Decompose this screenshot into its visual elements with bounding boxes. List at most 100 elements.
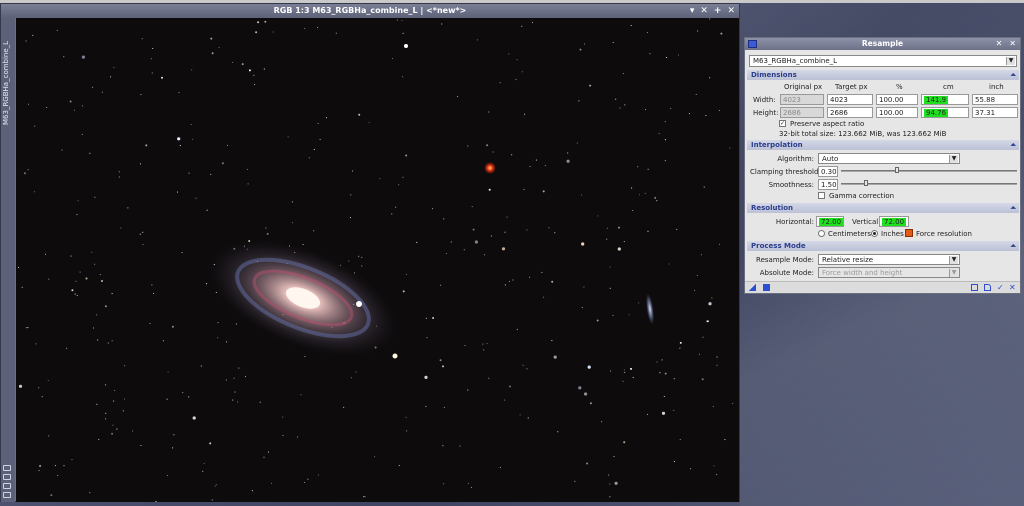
force-resolution-checkbox[interactable] — [905, 229, 913, 237]
star — [114, 389, 116, 391]
dimensions-section-header[interactable]: Dimensions ⏶ — [747, 70, 1019, 80]
star — [282, 435, 284, 437]
resample-shade-button[interactable]: ✕ — [996, 38, 1003, 50]
clamping-slider-handle[interactable] — [895, 167, 899, 173]
preserve-aspect-label: Preserve aspect ratio — [790, 120, 865, 128]
star — [527, 417, 529, 419]
centimeters-radio[interactable] — [818, 230, 825, 237]
width-percent-field[interactable]: 100.00 — [876, 94, 918, 105]
resample-titlebar[interactable]: Resample ✕ ✕ — [745, 38, 1020, 50]
star — [630, 367, 632, 370]
gamma-correction-checkbox[interactable] — [818, 192, 825, 199]
vertical-resolution-field[interactable]: 72.00 — [879, 216, 909, 227]
star — [646, 31, 648, 34]
star — [398, 464, 400, 467]
star — [18, 266, 20, 268]
star — [467, 482, 469, 484]
absolute-mode-value: Force width and height — [822, 269, 903, 277]
collapse-icon[interactable]: ⏶ — [1010, 203, 1016, 213]
interpolation-section-header[interactable]: Interpolation ⏶ — [747, 140, 1019, 150]
close-button[interactable]: ✕ — [727, 4, 735, 18]
star — [349, 217, 351, 219]
image-canvas[interactable] — [16, 18, 739, 502]
star — [81, 105, 83, 107]
height-percent-field[interactable]: 100.00 — [876, 107, 918, 118]
view-selector[interactable]: M63_RGBHa_combine_L ▼ — [749, 55, 1017, 67]
preserve-aspect-checkbox[interactable]: ✓ — [779, 120, 786, 127]
width-cm-field[interactable]: 141.9 — [921, 94, 969, 105]
smoothness-slider-handle[interactable] — [864, 180, 868, 186]
star — [247, 183, 249, 185]
star — [167, 371, 169, 373]
shade-button[interactable]: ▾ — [690, 4, 695, 18]
star — [63, 56, 65, 58]
star — [75, 280, 77, 282]
width-target-px-field[interactable]: 4023 — [827, 94, 873, 105]
resolution-section-header[interactable]: Resolution ⏶ — [747, 203, 1019, 213]
image-side-tab[interactable]: M63_RGBHa_combine_L — [1, 18, 15, 502]
star — [253, 74, 255, 76]
star — [176, 191, 179, 193]
star — [439, 359, 442, 362]
star — [526, 229, 528, 231]
star — [259, 401, 261, 403]
star — [182, 392, 184, 394]
iconize-button[interactable]: ✕ — [700, 4, 708, 18]
clamping-field[interactable]: 0.30 — [818, 166, 838, 177]
apply-icon[interactable]: ✓ — [997, 284, 1004, 292]
star — [526, 368, 528, 370]
star — [402, 176, 404, 178]
star — [173, 434, 175, 436]
star — [664, 121, 666, 123]
maximize-button[interactable]: + — [714, 4, 722, 18]
new-instance-icon[interactable] — [749, 284, 756, 291]
process-mode-section-header[interactable]: Process Mode ⏶ — [747, 241, 1019, 251]
resample-close-button[interactable]: ✕ — [1009, 38, 1016, 50]
collapse-icon[interactable]: ⏶ — [1010, 241, 1016, 251]
collapse-icon[interactable]: ⏶ — [1010, 70, 1016, 80]
star — [343, 406, 345, 408]
algorithm-select[interactable]: Auto ▼ — [818, 153, 960, 164]
apply-global-icon[interactable] — [763, 284, 770, 291]
edge-on-galaxy — [645, 293, 655, 325]
height-inch-field[interactable]: 37.31 — [972, 107, 1018, 118]
star — [232, 61, 234, 63]
fit-icon[interactable] — [3, 492, 11, 498]
star — [589, 402, 592, 405]
reset-icon[interactable]: ✕ — [1009, 284, 1016, 292]
star — [443, 218, 445, 220]
smoothness-field[interactable]: 1.50 — [818, 179, 838, 190]
star — [664, 372, 667, 375]
collapse-icon[interactable]: ⏶ — [1010, 140, 1016, 150]
star — [233, 377, 235, 379]
star — [656, 361, 658, 363]
preview-icon[interactable] — [3, 483, 11, 489]
star — [557, 431, 559, 433]
width-inch-field[interactable]: 55.88 — [972, 94, 1018, 105]
star — [317, 474, 319, 476]
mask-icon[interactable] — [3, 465, 11, 471]
horizontal-resolution-field[interactable]: 72.00 — [816, 216, 844, 227]
stf-icon[interactable] — [3, 474, 11, 480]
star — [574, 480, 576, 482]
height-cm-field[interactable]: 94.76 — [921, 107, 969, 118]
star — [644, 192, 646, 194]
star — [181, 251, 183, 254]
star — [77, 200, 79, 202]
resample-mode-select[interactable]: Relative resize ▼ — [818, 254, 960, 265]
inches-radio[interactable] — [871, 230, 878, 237]
clamping-slider-track[interactable] — [841, 170, 1017, 172]
star — [584, 392, 588, 396]
star — [287, 136, 289, 138]
star — [654, 196, 657, 199]
documentation-icon[interactable] — [984, 284, 991, 291]
star — [34, 125, 36, 127]
star — [217, 337, 219, 339]
image-window-titlebar[interactable]: RGB 1:3 M63_RGBHa_combine_L | <*new*> ▾ … — [1, 4, 739, 18]
star — [673, 378, 675, 380]
star — [27, 327, 29, 329]
height-target-px-field[interactable]: 2686 — [827, 107, 873, 118]
preview-icon[interactable] — [971, 284, 978, 291]
view-selector-value: M63_RGBHa_combine_L — [753, 57, 838, 65]
star — [425, 317, 427, 319]
